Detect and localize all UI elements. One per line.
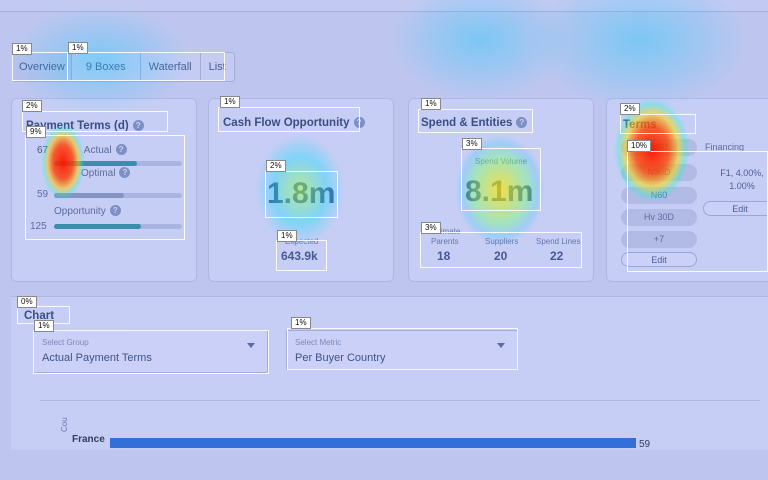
top-bar: [0, 0, 768, 12]
heat-pct-spend-volume: 3%: [462, 138, 482, 150]
heat-pct-metric-select: 1%: [291, 317, 311, 329]
heat-box-metric-select: [287, 328, 518, 370]
chart-value-label: 59: [639, 439, 651, 450]
heat-box-terms-group: [627, 151, 768, 272]
heat-pct-9-boxes: 1%: [68, 42, 88, 54]
heat-pct-terms-title: 2%: [620, 103, 640, 115]
heat-pct-overview: 1%: [12, 43, 32, 55]
chart-section: [11, 296, 768, 456]
heat-box-entities: [420, 232, 582, 268]
heat-pct-payment-terms-group: 9%: [26, 126, 46, 138]
heat-box-cash-flow-title: [218, 107, 360, 132]
heat-box-cash-flow-value: [265, 171, 338, 218]
heat-pct-cash-flow-title: 1%: [220, 96, 240, 108]
heat-box-payment-terms-group: [25, 135, 185, 240]
chart-y-axis-label: Cou: [60, 417, 69, 432]
chart-bar[interactable]: [110, 438, 636, 448]
heat-box-tabs: [67, 52, 225, 81]
heat-pct-spend-title: 1%: [421, 98, 441, 110]
heat-pct-payment-terms-title: 2%: [22, 100, 42, 112]
heat-box-group-select: [33, 330, 269, 374]
heat-pct-cash-flow-value: 2%: [266, 160, 286, 172]
heat-box-expected: [276, 240, 327, 271]
heat-box-spend-title: [418, 109, 533, 133]
footer-strip: [0, 450, 768, 480]
heat-box-terms-title: [620, 114, 696, 134]
heat-pct-expected: 1%: [277, 230, 297, 242]
chart-divider: [40, 400, 760, 401]
heat-pct-terms-group: 10%: [627, 140, 652, 152]
heat-pct-group-select: 1%: [34, 320, 54, 332]
heat-box-spend-volume: [461, 148, 541, 211]
heat-box-overview: [12, 52, 68, 81]
chart-category-label: France: [72, 434, 105, 445]
heat-pct-entities: 3%: [421, 222, 441, 234]
heat-pct-chart-title: 0%: [17, 296, 37, 308]
